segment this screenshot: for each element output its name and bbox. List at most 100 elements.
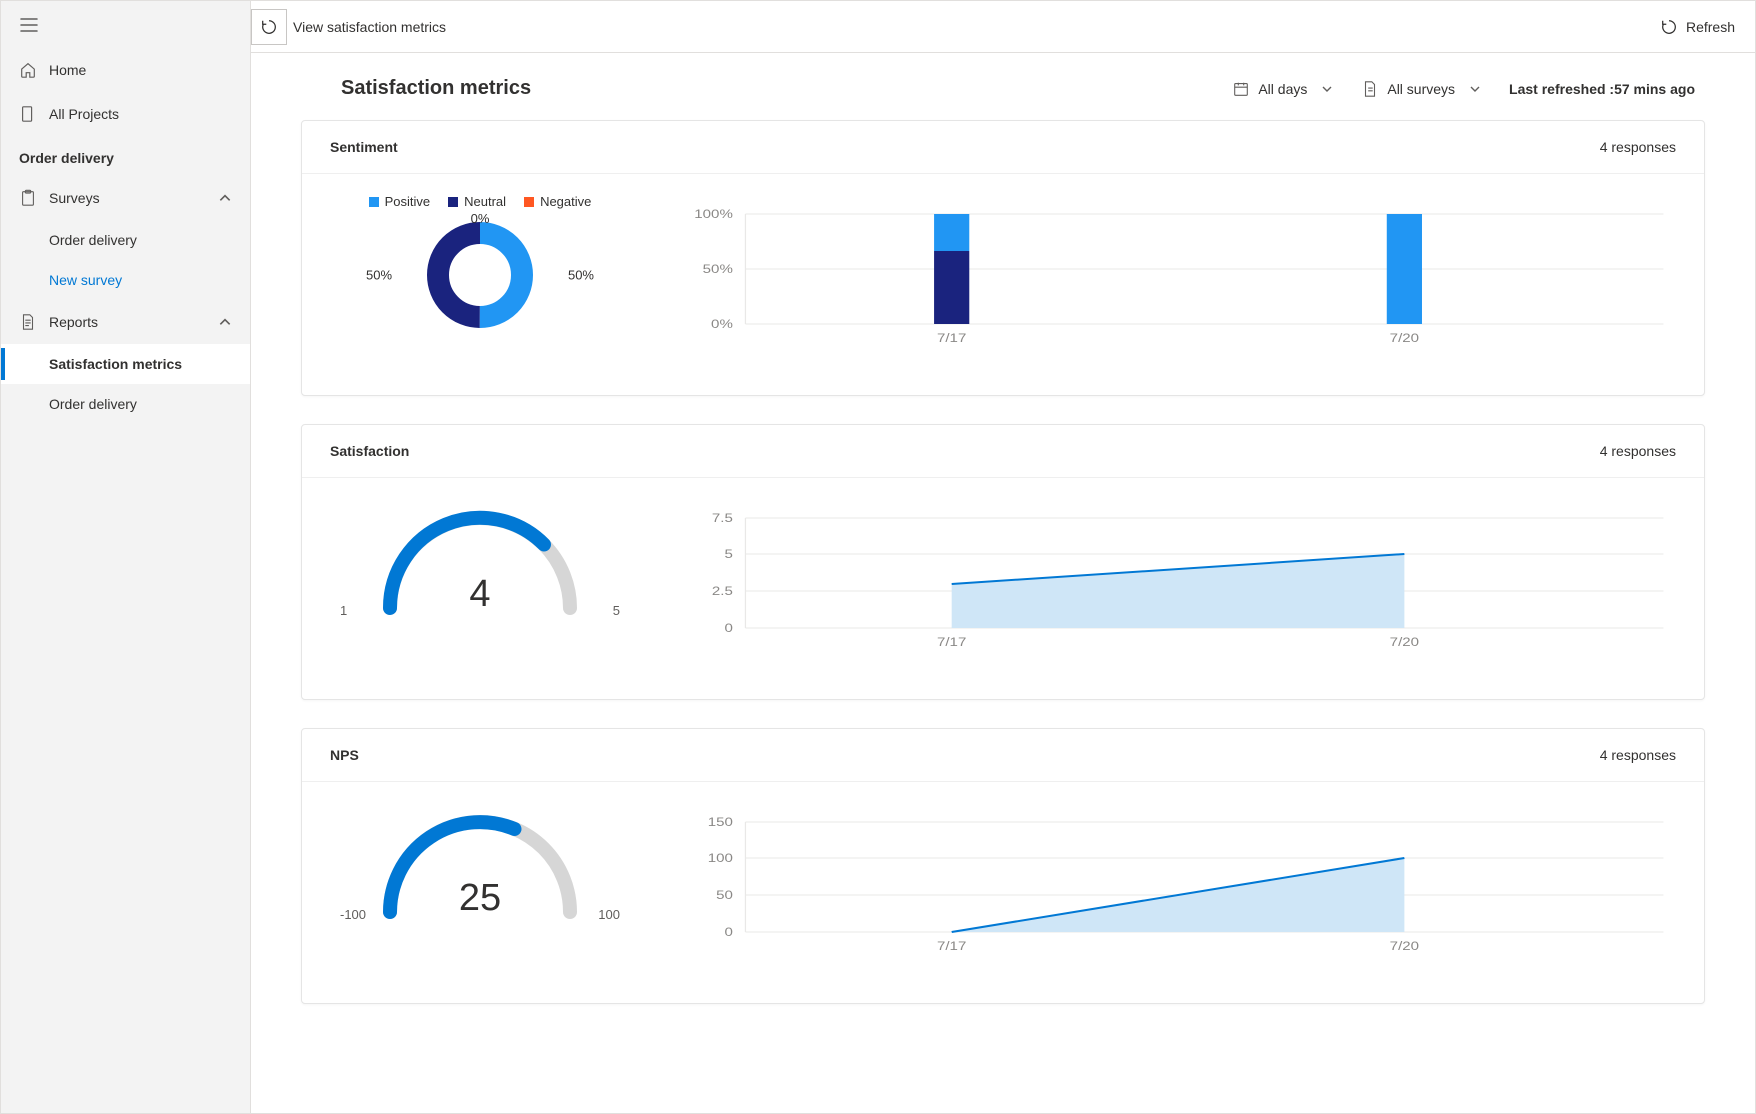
chevron-down-icon (1321, 83, 1333, 95)
card-title: Sentiment (330, 139, 1600, 155)
breadcrumb: View satisfaction metrics (293, 19, 446, 35)
sidebar-item-survey-order-delivery[interactable]: Order delivery (1, 220, 250, 260)
svg-text:5: 5 (724, 547, 732, 560)
swatch-neutral (448, 197, 458, 207)
donut-chart: 0% 50% 50% (370, 215, 590, 335)
svg-text:7/17: 7/17 (937, 635, 966, 648)
svg-text:7.5: 7.5 (712, 511, 733, 524)
card-meta: 4 responses (1600, 443, 1676, 459)
last-refreshed: Last refreshed :57 mins ago (1509, 81, 1695, 97)
filter-days-label: All days (1258, 81, 1307, 97)
sidebar-item-report-order-delivery[interactable]: Order delivery (1, 384, 250, 424)
legend-positive: Positive (369, 194, 431, 209)
svg-text:100: 100 (708, 851, 734, 864)
card-header: Sentiment 4 responses (302, 121, 1704, 174)
nps-gauge-area: 25 -100 100 (330, 802, 630, 975)
satisfaction-gauge-area: 4 1 5 (330, 498, 630, 671)
donut-label-right: 50% (568, 268, 594, 283)
nav-reports[interactable]: Reports (1, 300, 250, 344)
nav-reports-label: Reports (49, 314, 218, 330)
document-icon (19, 313, 37, 331)
clipboard-icon (19, 189, 37, 207)
svg-text:50%: 50% (703, 262, 733, 275)
nav-surveys[interactable]: Surveys (1, 176, 250, 220)
svg-text:7/17: 7/17 (937, 939, 966, 952)
card-nps: NPS 4 responses 25 -100 100 (301, 728, 1705, 1004)
sentiment-donut-area: Positive Neutral Negative 0% 50% 50% (330, 194, 630, 367)
nav-all-projects-label: All Projects (49, 106, 232, 122)
calendar-icon (1232, 80, 1250, 98)
gauge-value: 25 (459, 877, 501, 920)
content-area: View satisfaction metrics Refresh Satisf… (251, 1, 1755, 1113)
sidebar-item-label: Satisfaction metrics (49, 356, 182, 372)
card-meta: 4 responses (1600, 139, 1676, 155)
page-header: Satisfaction metrics All days All survey… (251, 53, 1755, 120)
svg-text:100%: 100% (694, 207, 733, 220)
gauge-max: 100 (598, 907, 620, 922)
projects-icon (19, 105, 37, 123)
filter-surveys-label: All surveys (1387, 81, 1455, 97)
svg-text:0: 0 (724, 925, 733, 938)
satisfaction-area-chart: 7.5 5 2.5 0 7/17 7/20 (670, 498, 1676, 671)
gauge-max: 5 (613, 603, 620, 618)
toolbar: View satisfaction metrics Refresh (251, 1, 1755, 53)
sidebar-section-title: Order delivery (1, 136, 250, 176)
chevron-up-icon (218, 315, 232, 329)
sidebar: Home All Projects Order delivery Surveys… (1, 1, 251, 1113)
filter-surveys[interactable]: All surveys (1361, 80, 1481, 98)
hamburger-icon (19, 15, 39, 35)
nav-all-projects[interactable]: All Projects (1, 92, 250, 136)
legend-neutral: Neutral (448, 194, 506, 209)
card-header: NPS 4 responses (302, 729, 1704, 782)
card-title: Satisfaction (330, 443, 1600, 459)
refresh-icon (1660, 18, 1678, 36)
sentiment-bar-chart: 100% 50% 0% 7/17 7/20 (670, 194, 1676, 367)
sidebar-item-label: New survey (49, 272, 122, 288)
refresh-button[interactable]: Refresh (1660, 18, 1735, 36)
nav-home[interactable]: Home (1, 48, 250, 92)
cards-container: Sentiment 4 responses Positive Neutral N… (251, 120, 1755, 1044)
svg-text:7/20: 7/20 (1390, 939, 1420, 952)
refresh-back-icon (260, 18, 278, 36)
card-sentiment: Sentiment 4 responses Positive Neutral N… (301, 120, 1705, 396)
svg-text:150: 150 (708, 815, 734, 828)
svg-text:7/20: 7/20 (1390, 635, 1420, 648)
back-button[interactable] (251, 9, 287, 45)
sidebar-item-label: Order delivery (49, 396, 137, 412)
svg-text:2.5: 2.5 (712, 584, 733, 597)
legend-negative: Negative (524, 194, 591, 209)
filter-days[interactable]: All days (1232, 80, 1333, 98)
donut-label-top: 0% (471, 211, 490, 226)
donut-label-left: 50% (366, 268, 392, 283)
donut-svg (420, 215, 540, 335)
card-meta: 4 responses (1600, 747, 1676, 763)
nav-surveys-label: Surveys (49, 190, 218, 206)
svg-text:50: 50 (716, 888, 733, 901)
svg-text:0%: 0% (711, 317, 733, 330)
card-satisfaction: Satisfaction 4 responses 4 1 5 (301, 424, 1705, 700)
app-root: Home All Projects Order delivery Surveys… (0, 0, 1756, 1114)
home-icon (19, 61, 37, 79)
gauge-min: 1 (340, 603, 347, 618)
page-title: Satisfaction metrics (341, 77, 1232, 100)
svg-text:7/20: 7/20 (1390, 331, 1420, 344)
nav-home-label: Home (49, 62, 232, 78)
swatch-negative (524, 197, 534, 207)
sidebar-item-new-survey[interactable]: New survey (1, 260, 250, 300)
gauge-value: 4 (469, 573, 490, 616)
survey-icon (1361, 80, 1379, 98)
satisfaction-gauge: 4 1 5 (350, 498, 610, 618)
chevron-up-icon (218, 191, 232, 205)
gauge-min: -100 (340, 907, 366, 922)
refresh-label: Refresh (1686, 19, 1735, 35)
chevron-down-icon (1469, 83, 1481, 95)
svg-text:7/17: 7/17 (937, 331, 966, 344)
card-header: Satisfaction 4 responses (302, 425, 1704, 478)
nps-gauge: 25 -100 100 (350, 802, 610, 922)
card-title: NPS (330, 747, 1600, 763)
svg-text:0: 0 (724, 621, 733, 634)
hamburger-button[interactable] (1, 1, 250, 48)
swatch-positive (369, 197, 379, 207)
sidebar-item-satisfaction-metrics[interactable]: Satisfaction metrics (1, 344, 250, 384)
nps-area-chart: 150 100 50 0 7/17 7/20 (670, 802, 1676, 975)
